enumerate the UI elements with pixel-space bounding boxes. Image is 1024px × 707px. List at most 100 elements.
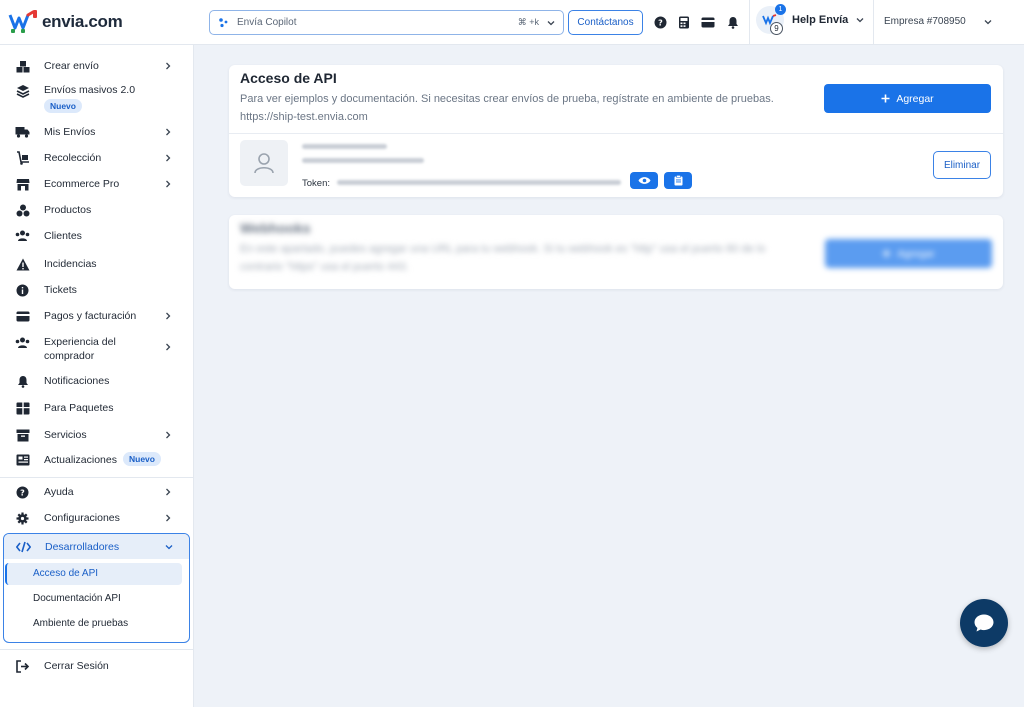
brand-name: envia.com: [42, 12, 123, 31]
add-api-key-button[interactable]: Agregar: [824, 84, 991, 113]
webhooks-card: Webhooks En este apartado, puedes agrega…: [229, 215, 1003, 289]
webhooks-title: Webhooks: [240, 220, 311, 236]
envia-logo[interactable]: envia.com: [7, 9, 123, 35]
user-avatar-icon: [240, 140, 288, 186]
package-icon: [15, 401, 30, 416]
bell-icon: [15, 374, 30, 389]
copilot-sparkle-icon: [219, 18, 228, 28]
sub-item-ambiente-pruebas[interactable]: Ambiente de pruebas: [33, 618, 128, 629]
card-divider: [229, 133, 1003, 134]
help-avatar: 1 9: [756, 4, 786, 35]
developers-header[interactable]: Desarrolladores: [4, 534, 189, 559]
sidebar-item-configuraciones[interactable]: Configuraciones: [0, 511, 194, 525]
sidebar-item-mis-envios[interactable]: Mis Envíos: [0, 125, 194, 139]
sidebar-item-clientes[interactable]: Clientes: [0, 229, 194, 243]
help-avatar-number: 9: [770, 22, 783, 35]
company-selector[interactable]: Empresa #708950: [884, 16, 992, 27]
help-envia-menu[interactable]: 1 9 Help Envía: [756, 4, 864, 35]
add-webhook-button[interactable]: Agregar: [825, 239, 992, 268]
chevron-right-icon: [166, 514, 171, 522]
sidebar-divider: [0, 649, 194, 650]
credit-card-icon[interactable]: [700, 14, 716, 30]
delete-api-key-button[interactable]: Eliminar: [933, 151, 991, 179]
layers-icon: [15, 83, 30, 98]
show-token-button[interactable]: [630, 172, 658, 189]
chevron-right-icon: [166, 312, 171, 320]
chevron-right-icon: [166, 180, 171, 188]
sidebar: Crear envío Envíos masivos 2.0 Nuevo Mis…: [0, 45, 194, 707]
copy-token-button[interactable]: [664, 172, 692, 189]
api-access-title: Acceso de API: [240, 70, 337, 86]
chevron-right-icon: [166, 343, 171, 351]
sidebar-item-para-paquetes[interactable]: Para Paquetes: [0, 401, 194, 415]
top-bar: envia.com Envía Copilot ⌘ +k Contáctanos…: [0, 0, 1024, 45]
redacted-key-email: [302, 158, 424, 163]
newspaper-icon: [15, 453, 30, 468]
chevron-down-icon: [984, 19, 992, 24]
sidebar-item-ecommerce-pro[interactable]: Ecommerce Pro: [0, 177, 194, 191]
sidebar-divider: [0, 477, 194, 478]
chevron-right-icon: [166, 154, 171, 162]
cubes-icon: [15, 203, 30, 218]
logout-icon: [15, 659, 30, 674]
archive-icon: [15, 428, 30, 443]
redacted-token-value: [337, 180, 621, 185]
topbar-divider: [873, 0, 874, 45]
users-icon: [15, 335, 30, 350]
chat-bubble-icon: [974, 614, 994, 632]
chevron-right-icon: [166, 488, 171, 496]
sidebar-item-servicios[interactable]: Servicios: [0, 428, 194, 442]
copilot-label: Envía Copilot: [237, 17, 297, 28]
credit-card-icon: [15, 309, 30, 324]
sidebar-item-incidencias[interactable]: Incidencias: [0, 257, 194, 271]
sidebar-item-pagos[interactable]: Pagos y facturación: [0, 309, 194, 323]
api-access-card: Acceso de API Para ver ejemplos y docume…: [229, 65, 1003, 197]
logout-button[interactable]: Cerrar Sesión: [0, 659, 194, 673]
chevron-right-icon: [166, 128, 171, 136]
chat-button[interactable]: [960, 599, 1008, 647]
sidebar-item-recoleccion[interactable]: Recolección: [0, 151, 194, 165]
plus-icon: [881, 94, 890, 103]
api-access-description: Para ver ejemplos y documentación. Si ne…: [240, 93, 774, 123]
envia-logo-icon: [8, 10, 37, 33]
sub-item-documentacion-api[interactable]: Documentación API: [33, 593, 121, 604]
topbar-divider: [749, 0, 750, 45]
chevron-down-icon: [165, 545, 173, 550]
store-icon: [15, 177, 30, 192]
chevron-down-icon: [856, 18, 864, 23]
new-badge: Nuevo: [44, 99, 82, 113]
gear-icon: [15, 511, 30, 526]
svg-text:?: ?: [20, 488, 25, 497]
plus-icon: [882, 249, 891, 258]
chevron-down-icon[interactable]: [547, 19, 555, 27]
webhooks-description: En este apartado, puedes agregar una URL…: [240, 243, 766, 273]
users-icon: [15, 229, 30, 244]
copilot-shortcut: ⌘ +k: [517, 17, 539, 27]
sidebar-item-notificaciones[interactable]: Notificaciones: [0, 374, 194, 388]
eye-icon: [638, 177, 650, 184]
help-circle-icon[interactable]: ?: [652, 14, 668, 30]
sub-item-acceso-api[interactable]: Acceso de API: [33, 568, 98, 579]
calculator-icon[interactable]: [676, 14, 692, 30]
new-badge: Nuevo: [123, 452, 161, 466]
contact-button[interactable]: Contáctanos: [568, 10, 643, 35]
warning-icon: [15, 257, 30, 272]
copilot-search[interactable]: Envía Copilot ⌘ +k: [209, 10, 564, 35]
truck-icon: [15, 125, 30, 140]
hand-truck-icon: [15, 151, 30, 166]
notification-count-badge: 1: [775, 4, 786, 15]
sidebar-item-crear-envio[interactable]: Crear envío: [0, 59, 194, 73]
sidebar-item-ayuda[interactable]: ? Ayuda: [0, 485, 194, 499]
redacted-key-name: [302, 144, 387, 149]
bell-icon[interactable]: [725, 14, 741, 30]
sidebar-item-actualizaciones[interactable]: Actualizaciones Nuevo: [0, 452, 194, 468]
sidebar-item-tickets[interactable]: Tickets: [0, 283, 194, 297]
sidebar-item-envios-masivos[interactable]: Envíos masivos 2.0 Nuevo: [0, 83, 194, 115]
boxes-icon: [15, 59, 30, 74]
help-circle-icon: ?: [15, 485, 30, 500]
company-label: Empresa #708950: [884, 16, 966, 27]
code-icon: [16, 539, 31, 554]
sidebar-item-experiencia[interactable]: Experiencia del comprador: [0, 335, 194, 365]
token-label: Token:: [302, 178, 330, 189]
sidebar-item-productos[interactable]: Productos: [0, 203, 194, 217]
